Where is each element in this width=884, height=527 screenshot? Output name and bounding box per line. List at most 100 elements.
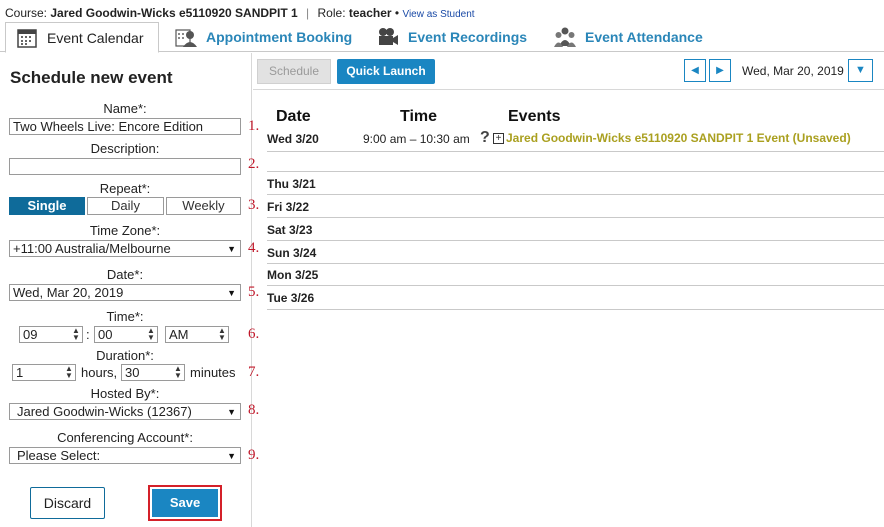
expand-icon[interactable]: + [493,133,504,144]
time-ampm-value: AM [169,327,189,342]
repeat-weekly-button[interactable]: Weekly [166,197,241,215]
time-label: Time*: [106,309,144,324]
time-hour-select[interactable]: 09 ▲ ▼ [19,326,83,343]
timezone-select[interactable]: +11:00 Australia/Melbourne [9,240,241,257]
calendar-toolbar: Schedule Quick Launch ◀ ▶ Wed, Mar 20, 2… [253,53,884,90]
day-label: Mon 3/25 [267,268,319,282]
user-booking-icon [175,26,197,48]
stepper-arrows-icon: ▲ ▼ [174,364,182,380]
current-date: Wed, Mar 20, 2019 [742,64,844,78]
column-header-time: Time [400,108,438,125]
date-value: Wed, Mar 20, 2019 [13,285,124,300]
hosted-by-select[interactable]: Jared Goodwin-Wicks (12367) [9,403,241,420]
row-divider [267,285,884,286]
day-row: Sun 3/24 [267,246,884,260]
description-input[interactable] [9,158,241,175]
role-value: teacher [348,6,392,20]
row-divider [267,194,884,195]
calendar-panel: Schedule Quick Launch ◀ ▶ Wed, Mar 20, 2… [253,53,884,527]
tab-event-calendar[interactable]: Event Calendar [5,22,159,53]
row-divider [267,217,884,218]
duration-minutes-value: 30 [125,365,140,380]
course-info-bar: Course: Jared Goodwin-Wicks e5110920 SAN… [0,0,884,20]
prev-week-button[interactable]: ◀ [684,59,706,82]
chevron-right-icon: ▶ [716,65,724,76]
duration-hours-unit: hours, [81,365,118,380]
quick-launch-button[interactable]: Quick Launch [337,59,435,84]
stepper-arrows-icon: ▲ ▼ [72,326,80,342]
day-row: Fri 3/22 [267,200,884,214]
duration-hours-value: 1 [16,365,24,380]
stepper-arrows-icon: ▲ ▼ [65,364,73,380]
day-label: Sun 3/24 [267,246,317,260]
day-label: Fri 3/22 [267,200,310,214]
hosted-by-label: Hosted By*: [90,386,160,401]
time-minute-select[interactable]: 00 ▲ ▼ [94,326,158,343]
tab-label: Event Calendar [47,29,144,46]
event-time: 9:00 am – 10:30 am [363,132,470,146]
date-picker[interactable]: Wed, Mar 20, 2019 [9,284,241,301]
form-heading: Schedule new event [10,68,173,87]
bullet: • [394,6,400,20]
view-as-student-link[interactable]: View as Student [402,9,474,20]
time-minute-value: 00 [98,327,113,342]
duration-label: Duration*: [96,348,154,363]
day-row: Thu 3/21 [267,177,884,191]
tab-label: Appointment Booking [206,29,353,45]
stepper-arrows-icon: ▲ ▼ [147,326,155,342]
schedule-button[interactable]: Schedule [257,59,331,84]
save-button[interactable]: Save [152,489,218,517]
duration-hours-input[interactable]: 1 ▲ ▼ [12,364,76,381]
day-row: Tue 3/26 [267,291,884,305]
conferencing-account-select[interactable]: Please Select: [9,447,241,464]
tab-event-attendance[interactable]: Event Attendance [554,22,703,52]
day-label: Wed 3/20 [267,132,319,146]
time-colon: : [86,327,90,342]
day-row: Sat 3/23 [267,223,884,237]
time-ampm-select[interactable]: AM ▲ ▼ [165,326,229,343]
chevron-down-icon: ▼ [855,64,866,76]
conferencing-account-label: Conferencing Account*: [57,430,193,445]
day-row: Mon 3/25 [267,268,884,282]
tab-event-recordings[interactable]: Event Recordings [377,22,527,52]
day-label: Tue 3/26 [267,291,315,305]
hosted-by-value: Jared Goodwin-Wicks (12367) [17,404,192,419]
row-divider [267,309,884,310]
tab-label: Event Attendance [585,29,703,45]
event-title[interactable]: Jared Goodwin-Wicks e5110920 SANDPIT 1 E… [506,131,851,145]
row-divider [267,263,884,264]
name-input[interactable]: Two Wheels Live: Encore Edition [9,118,241,135]
chevron-left-icon: ◀ [691,65,699,76]
row-divider [267,171,884,172]
tab-label: Event Recordings [408,29,528,45]
repeat-label: Repeat*: [99,181,151,196]
divider: | [306,6,310,20]
course-name: Jared Goodwin-Wicks e5110920 SANDPIT 1 [50,6,298,20]
date-dropdown-button[interactable]: ▼ [848,59,873,82]
discard-button[interactable]: Discard [30,487,105,519]
role-label: Role: [317,6,346,20]
calendar-icon [16,27,38,49]
next-week-button[interactable]: ▶ [709,59,731,82]
stepper-arrows-icon: ▲ ▼ [218,326,226,342]
name-label: Name*: [103,101,147,116]
row-divider [267,240,884,241]
repeat-single-button[interactable]: Single [9,197,85,215]
time-hour-value: 09 [23,327,38,342]
column-header-events: Events [508,108,561,125]
help-icon[interactable]: ? [480,129,490,147]
video-camera-icon [377,26,399,48]
course-label: Course: [5,6,48,20]
repeat-daily-button[interactable]: Daily [87,197,164,215]
tab-appointment-booking[interactable]: Appointment Booking [175,22,352,52]
schedule-event-form: Schedule new event Name*: Two Wheels Liv… [0,53,259,527]
duration-minutes-unit: minutes [190,365,236,380]
duration-minutes-input[interactable]: 30 ▲ ▼ [121,364,185,381]
timezone-value: +11:00 Australia/Melbourne [13,241,171,256]
description-label: Description: [90,141,160,156]
group-attendance-icon [554,26,576,48]
row-divider [267,151,884,152]
timezone-label: Time Zone*: [89,223,161,238]
conferencing-account-value: Please Select: [17,448,101,463]
day-label: Thu 3/21 [267,177,316,191]
